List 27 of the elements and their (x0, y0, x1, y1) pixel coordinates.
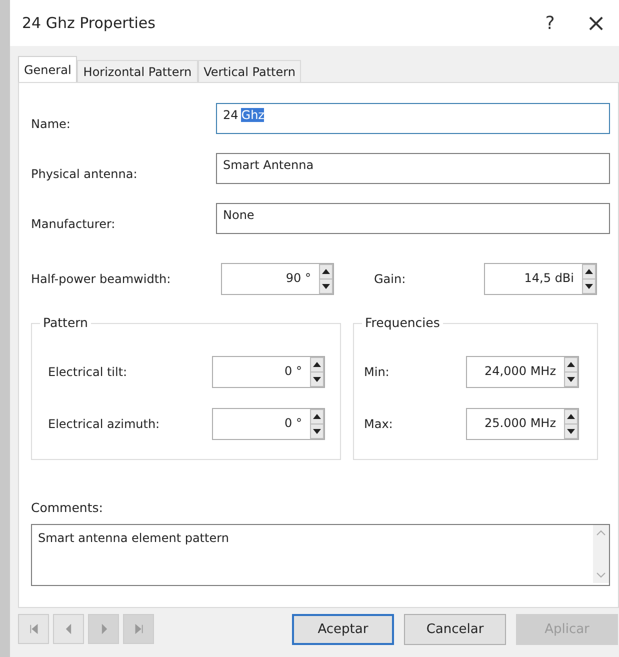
field-label: Physical antenna: (31, 166, 138, 180)
field-label: Max: (364, 417, 394, 431)
field-label: Name: (31, 116, 72, 130)
input-field[interactable]: 24 Ghz (216, 103, 610, 134)
field-label: Min: (364, 365, 390, 379)
scrollbar[interactable] (593, 525, 609, 583)
tab[interactable]: Vertical Pattern (198, 60, 302, 82)
field-label: Manufacturer: (31, 216, 116, 230)
comments-label: Comments: (31, 500, 104, 515)
window-title: 24 Ghz Properties (22, 14, 156, 32)
nav-prev-icon (64, 624, 74, 634)
close-button[interactable]: × (573, 3, 619, 43)
group-title: Pattern (40, 315, 91, 330)
dialog-button[interactable]: Aceptar (292, 614, 394, 644)
nav-first-icon (28, 624, 38, 634)
nav-last-icon (134, 624, 144, 634)
dialog-button[interactable]: Cancelar (404, 614, 506, 644)
field-label: Half-power beamwidth: (31, 272, 172, 286)
group-title: Frequencies (362, 315, 443, 330)
tab[interactable]: General (18, 56, 78, 82)
field-label: Gain: (374, 272, 407, 286)
field-label: Electrical tilt: (48, 365, 128, 379)
input-field[interactable]: None (216, 203, 610, 234)
input-field[interactable]: Smart Antenna (216, 153, 610, 184)
field-label: Electrical azimuth: (48, 417, 161, 431)
help-button[interactable]: ? (527, 3, 573, 43)
tab[interactable]: Horizontal Pattern (77, 60, 198, 82)
